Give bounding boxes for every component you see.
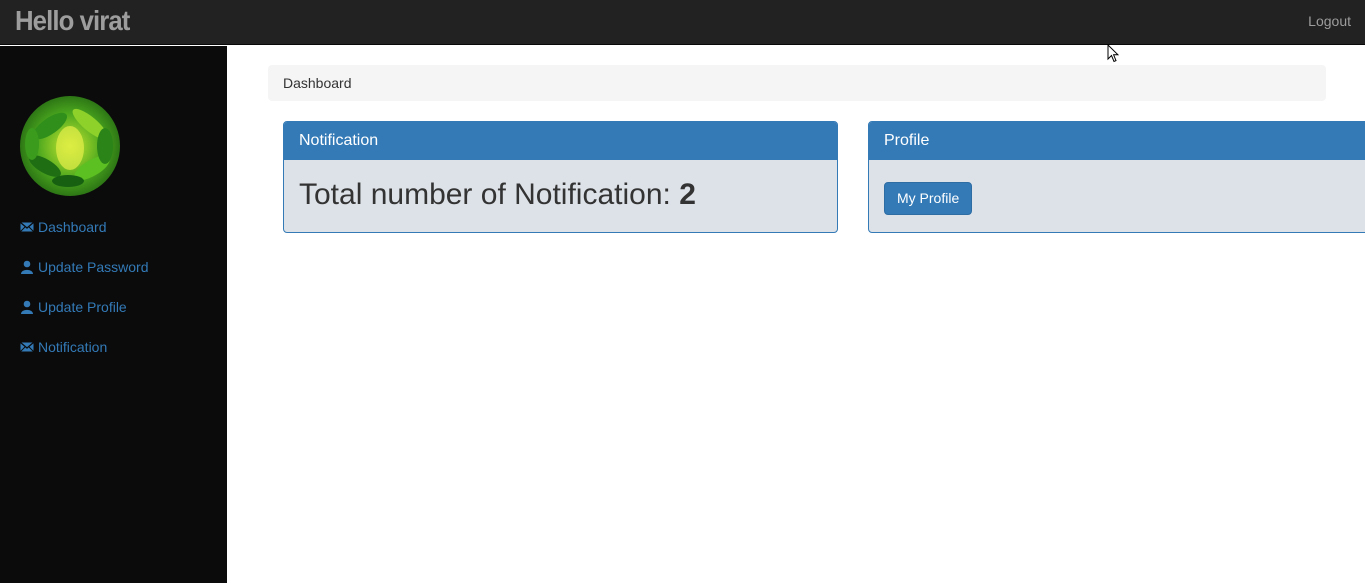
sidebar-item-update-password[interactable]: Update Password xyxy=(20,258,149,276)
breadcrumb-current: Dashboard xyxy=(283,75,352,91)
user-icon xyxy=(20,260,34,274)
mouse-cursor-icon xyxy=(1107,43,1120,68)
sidebar-item-label: Update Password xyxy=(38,259,149,275)
logout-link[interactable]: Logout xyxy=(1308,12,1351,30)
envelope-icon xyxy=(20,340,34,354)
notification-count-text: Total number of Notification: 2 xyxy=(284,180,837,210)
avatar xyxy=(20,96,120,196)
sidebar-item-dashboard[interactable]: Dashboard xyxy=(20,218,107,236)
sidebar-item-update-profile[interactable]: Update Profile xyxy=(20,298,127,316)
top-navbar: Hello virat Logout xyxy=(0,0,1365,45)
user-icon xyxy=(20,300,34,314)
notification-count-label: Total number of Notification: xyxy=(299,178,680,211)
notification-count-value: 2 xyxy=(679,178,696,211)
sidebar-item-label: Update Profile xyxy=(38,299,127,315)
profile-panel: Profile My Profile xyxy=(868,121,1365,233)
sidebar-item-notification[interactable]: Notification xyxy=(20,338,107,356)
avatar-image xyxy=(20,96,120,196)
profile-panel-title: Profile xyxy=(869,122,1365,160)
notification-panel: Notification Total number of Notificatio… xyxy=(283,121,838,233)
envelope-icon xyxy=(20,220,34,234)
breadcrumb: Dashboard xyxy=(268,65,1326,101)
sidebar-item-label: Notification xyxy=(38,339,108,355)
my-profile-button[interactable]: My Profile xyxy=(884,182,973,215)
notification-panel-title: Notification xyxy=(284,122,837,160)
sidebar-item-label: Dashboard xyxy=(38,219,107,235)
brand-title[interactable]: Hello virat xyxy=(15,4,130,38)
sidebar: Dashboard Update Password Update Profile… xyxy=(0,46,227,583)
